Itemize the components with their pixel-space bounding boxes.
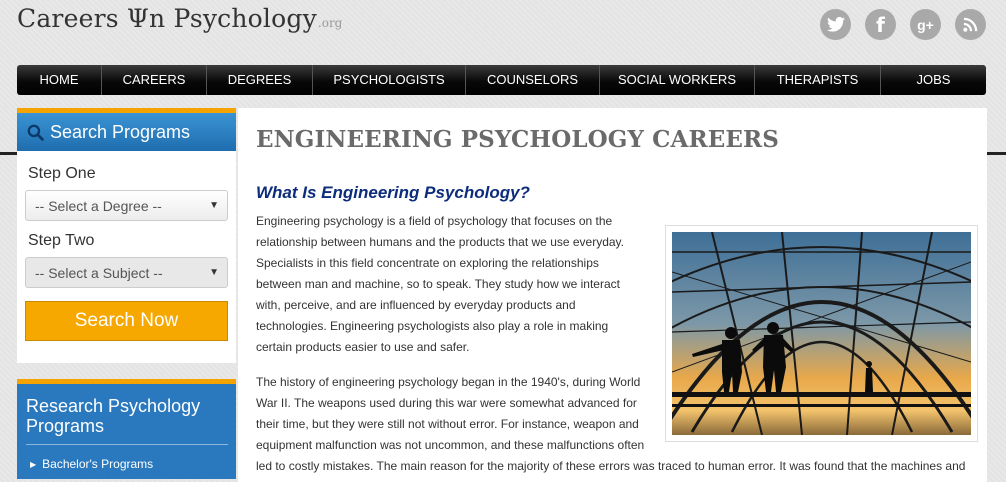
engineers-silhouette-image: [672, 232, 971, 435]
facebook-glyph: f: [876, 12, 885, 37]
facebook-icon[interactable]: f: [865, 9, 896, 40]
divider-right: [986, 152, 1006, 155]
page-title: ENGINEERING PSYCHOLOGY CAREERS: [256, 126, 779, 153]
nav-jobs[interactable]: JOBS: [881, 65, 986, 95]
google-plus-icon[interactable]: g+: [910, 9, 941, 40]
subject-select-value: -- Select a Subject --: [35, 264, 163, 281]
nav-therapists[interactable]: THERAPISTS: [755, 65, 881, 95]
nav-careers[interactable]: CAREERS: [102, 65, 207, 95]
subject-select[interactable]: -- Select a Subject -- ▼: [25, 257, 228, 288]
nav-social-workers[interactable]: SOCIAL WORKERS: [600, 65, 755, 95]
nav-home[interactable]: HOME: [17, 65, 102, 95]
nav-counselors[interactable]: COUNSELORS: [466, 65, 600, 95]
sidebar: Search Programs Step One -- Select a Deg…: [17, 108, 236, 482]
google-plus-glyph: g+: [917, 16, 934, 33]
search-now-button[interactable]: Search Now: [25, 301, 228, 341]
nav-degrees[interactable]: DEGREES: [207, 65, 313, 95]
search-icon: [27, 124, 44, 141]
history-line-5: led to costly mistakes. The main reason …: [256, 459, 966, 473]
rss-icon[interactable]: [955, 9, 986, 40]
triangle-right-icon: ▶: [30, 459, 37, 469]
site-logo[interactable]: Careers Ψn Psychology.org: [17, 4, 342, 33]
chevron-down-icon: ▼: [209, 200, 219, 211]
article-image: [665, 225, 978, 442]
social-links: f g+: [820, 9, 986, 40]
logo-text: Careers Ψn Psychology: [17, 4, 317, 33]
bachelors-programs-label: Bachelor's Programs: [42, 457, 154, 471]
intro-paragraph: Engineering psychology is a field of psy…: [256, 214, 625, 354]
research-programs-title: Research Psychology Programs: [26, 396, 228, 445]
chevron-down-icon: ▼: [209, 267, 219, 278]
degree-select[interactable]: -- Select a Degree -- ▼: [25, 190, 228, 221]
search-programs-header: Search Programs: [17, 113, 236, 151]
section-heading: What Is Engineering Psychology?: [256, 183, 530, 202]
logo-suffix: .org: [317, 16, 343, 30]
twitter-icon[interactable]: [820, 9, 851, 40]
degree-select-value: -- Select a Degree --: [35, 197, 162, 214]
search-programs-widget: Search Programs Step One -- Select a Deg…: [17, 108, 236, 363]
divider-left: [0, 152, 17, 155]
main-nav: HOME CAREERS DEGREES PSYCHOLOGISTS COUNS…: [17, 65, 986, 95]
research-programs-widget: Research Psychology Programs ▶ Bachelor'…: [17, 379, 236, 479]
search-programs-title: Search Programs: [50, 121, 191, 142]
nav-psychologists[interactable]: PSYCHOLOGISTS: [313, 65, 466, 95]
step-two-label: Step Two: [28, 232, 95, 249]
step-one-label: Step One: [28, 165, 96, 182]
main-content: ENGINEERING PSYCHOLOGY CAREERS What Is E…: [238, 108, 987, 482]
bachelors-programs-link[interactable]: ▶ Bachelor's Programs: [26, 457, 228, 471]
